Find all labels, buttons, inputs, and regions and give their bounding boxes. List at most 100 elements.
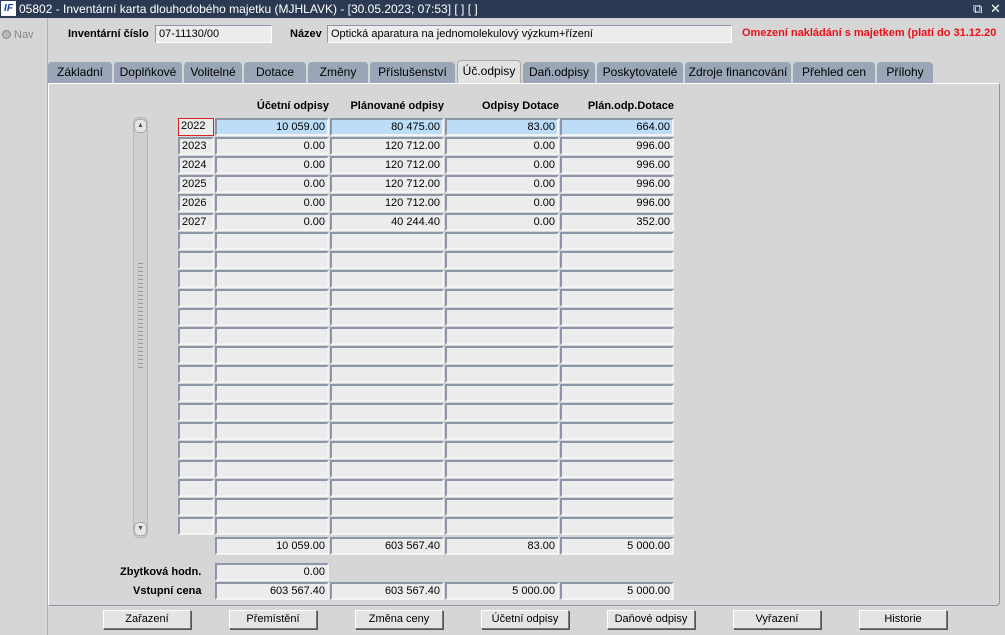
- year-cell[interactable]: [178, 365, 214, 383]
- value-cell[interactable]: [445, 498, 559, 516]
- value-cell[interactable]: [215, 441, 329, 459]
- action-button-0[interactable]: Zařazení: [103, 610, 191, 629]
- value-cell[interactable]: [560, 403, 674, 421]
- tab-6[interactable]: Úč.odpisy: [457, 60, 521, 84]
- action-button-3[interactable]: Účetní odpisy: [481, 610, 569, 629]
- value-cell[interactable]: 40 244.40: [330, 213, 444, 231]
- value-cell[interactable]: [445, 289, 559, 307]
- value-cell[interactable]: [215, 498, 329, 516]
- value-cell[interactable]: [215, 384, 329, 402]
- value-cell[interactable]: [445, 517, 559, 535]
- value-cell[interactable]: [215, 308, 329, 326]
- value-cell[interactable]: [215, 365, 329, 383]
- value-cell[interactable]: [560, 327, 674, 345]
- scrollbar[interactable]: ▲ ▼: [133, 117, 148, 538]
- action-button-5[interactable]: Vyřazení: [733, 610, 821, 629]
- value-cell[interactable]: [215, 327, 329, 345]
- value-cell[interactable]: [215, 270, 329, 288]
- value-cell[interactable]: 0.00: [445, 137, 559, 155]
- value-cell[interactable]: 120 712.00: [330, 156, 444, 174]
- value-cell[interactable]: [215, 479, 329, 497]
- year-cell[interactable]: [178, 441, 214, 459]
- value-cell[interactable]: 80 475.00: [330, 118, 444, 136]
- value-cell[interactable]: [560, 517, 674, 535]
- value-cell[interactable]: [215, 403, 329, 421]
- value-cell[interactable]: [215, 251, 329, 269]
- value-cell[interactable]: 0.00: [215, 175, 329, 193]
- value-cell[interactable]: 0.00: [445, 175, 559, 193]
- year-cell[interactable]: [178, 251, 214, 269]
- year-cell[interactable]: 2022: [178, 118, 214, 136]
- value-cell[interactable]: [215, 517, 329, 535]
- tab-1[interactable]: Doplňkové: [114, 62, 182, 83]
- value-cell[interactable]: [445, 479, 559, 497]
- value-cell[interactable]: [560, 270, 674, 288]
- value-cell[interactable]: 0.00: [445, 213, 559, 231]
- value-cell[interactable]: [445, 270, 559, 288]
- value-cell[interactable]: 996.00: [560, 194, 674, 212]
- tab-8[interactable]: Poskytovatelé: [597, 62, 683, 83]
- value-cell[interactable]: [560, 308, 674, 326]
- year-cell[interactable]: [178, 308, 214, 326]
- value-cell[interactable]: [445, 232, 559, 250]
- value-cell[interactable]: [330, 308, 444, 326]
- year-cell[interactable]: [178, 232, 214, 250]
- value-cell[interactable]: 352.00: [560, 213, 674, 231]
- value-cell[interactable]: [445, 460, 559, 478]
- value-cell[interactable]: [215, 460, 329, 478]
- inventory-number-field[interactable]: 07-11130/00: [155, 25, 272, 43]
- year-cell[interactable]: [178, 270, 214, 288]
- value-cell[interactable]: [445, 327, 559, 345]
- year-cell[interactable]: 2027: [178, 213, 214, 231]
- year-cell[interactable]: [178, 422, 214, 440]
- year-cell[interactable]: 2023: [178, 137, 214, 155]
- value-cell[interactable]: [215, 232, 329, 250]
- year-cell[interactable]: [178, 384, 214, 402]
- year-cell[interactable]: [178, 403, 214, 421]
- value-cell[interactable]: 120 712.00: [330, 194, 444, 212]
- value-cell[interactable]: [560, 422, 674, 440]
- year-cell[interactable]: 2026: [178, 194, 214, 212]
- value-cell[interactable]: [560, 460, 674, 478]
- value-cell[interactable]: [560, 441, 674, 459]
- tab-3[interactable]: Dotace: [244, 62, 306, 83]
- input-price-cell[interactable]: 5 000.00: [560, 582, 674, 600]
- value-cell[interactable]: [330, 460, 444, 478]
- value-cell[interactable]: [445, 384, 559, 402]
- value-cell[interactable]: 0.00: [215, 156, 329, 174]
- year-cell[interactable]: [178, 346, 214, 364]
- action-button-4[interactable]: Daňové odpisy: [607, 610, 695, 629]
- value-cell[interactable]: [560, 251, 674, 269]
- value-cell[interactable]: 996.00: [560, 156, 674, 174]
- value-cell[interactable]: [330, 365, 444, 383]
- value-cell[interactable]: 996.00: [560, 175, 674, 193]
- input-price-cell[interactable]: 603 567.40: [215, 582, 329, 600]
- value-cell[interactable]: [330, 498, 444, 516]
- value-cell[interactable]: [215, 289, 329, 307]
- year-cell[interactable]: [178, 479, 214, 497]
- action-button-2[interactable]: Změna ceny: [355, 610, 443, 629]
- value-cell[interactable]: [330, 346, 444, 364]
- value-cell[interactable]: 0.00: [445, 194, 559, 212]
- action-button-1[interactable]: Přemístění: [229, 610, 317, 629]
- year-cell[interactable]: 2025: [178, 175, 214, 193]
- value-cell[interactable]: 10 059.00: [215, 118, 329, 136]
- tab-2[interactable]: Volitelné: [184, 62, 242, 83]
- tab-4[interactable]: Změny: [308, 62, 368, 83]
- year-cell[interactable]: 2024: [178, 156, 214, 174]
- value-cell[interactable]: 120 712.00: [330, 175, 444, 193]
- value-cell[interactable]: 996.00: [560, 137, 674, 155]
- tab-7[interactable]: Daň.odpisy: [523, 62, 595, 83]
- value-cell[interactable]: [560, 365, 674, 383]
- value-cell[interactable]: 0.00: [215, 213, 329, 231]
- year-cell[interactable]: [178, 327, 214, 345]
- input-price-cell[interactable]: 5 000.00: [445, 582, 559, 600]
- input-price-cell[interactable]: 603 567.40: [330, 582, 444, 600]
- tab-0[interactable]: Základní: [48, 62, 112, 83]
- value-cell[interactable]: [330, 422, 444, 440]
- value-cell[interactable]: [215, 346, 329, 364]
- value-cell[interactable]: [330, 479, 444, 497]
- tab-10[interactable]: Přehled cen: [793, 62, 875, 83]
- scroll-down-icon[interactable]: ▼: [134, 522, 147, 536]
- year-cell[interactable]: [178, 289, 214, 307]
